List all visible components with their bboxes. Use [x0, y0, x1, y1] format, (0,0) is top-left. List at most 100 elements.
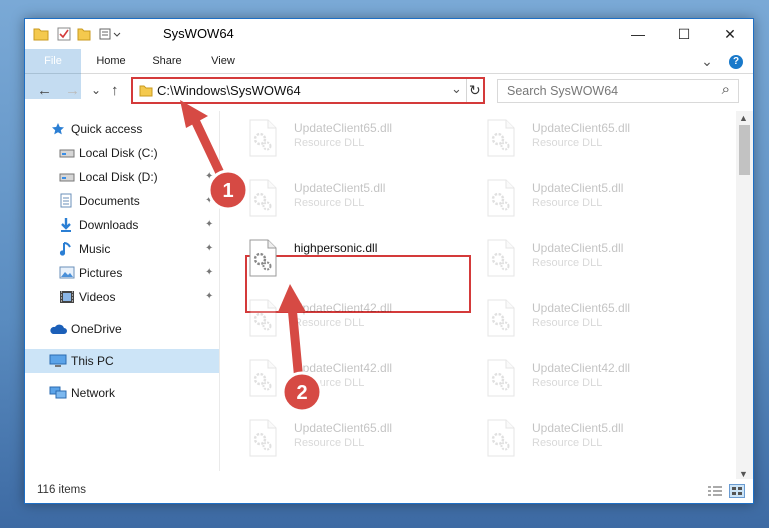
pin-icon[interactable]: ✦: [205, 195, 213, 206]
up-button[interactable]: ↑: [111, 82, 119, 99]
drive-icon: [59, 149, 75, 158]
file-name: UpdateClient5.dll: [294, 181, 386, 195]
file-description: Resource DLL: [294, 437, 365, 449]
file-description: Resource DLL: [532, 377, 603, 389]
help-icon: ?: [729, 55, 743, 69]
file-description: Resource DLL: [294, 317, 365, 329]
pin-icon[interactable]: ✦: [205, 171, 213, 182]
maximize-button[interactable]: ☐: [661, 19, 707, 49]
large-icons-view-icon[interactable]: [729, 484, 745, 498]
properties-icon[interactable]: [57, 27, 71, 41]
recent-locations-button[interactable]: ⌄: [91, 83, 101, 97]
tab-home[interactable]: Home: [87, 49, 135, 73]
search-icon[interactable]: ⌕: [722, 81, 730, 98]
sidebar-item-label: OneDrive: [71, 322, 122, 336]
window-title: SysWOW64: [163, 26, 234, 41]
file-item[interactable]: UpdateClient65.dll Resource DLL: [458, 295, 688, 345]
file-description: Resource DLL: [532, 197, 603, 209]
sidebar-item-quick-access[interactable]: Quick access: [25, 117, 219, 141]
file-description: Resource DLL: [532, 137, 603, 149]
address-path[interactable]: C:\Windows\SysWOW64: [157, 83, 301, 98]
drive-icon: [59, 173, 75, 182]
new-folder-icon[interactable]: [77, 27, 91, 41]
dll-file-icon: [249, 179, 277, 217]
file-item[interactable]: UpdateClient42.dll Resource DLL: [458, 355, 688, 405]
scroll-thumb[interactable]: [739, 125, 750, 175]
documents-icon: [60, 193, 72, 208]
sidebar-item-local-disk-d[interactable]: Local Disk (D:) ✦: [25, 165, 219, 189]
folder-icon[interactable]: [33, 27, 49, 41]
refresh-button[interactable]: ↻: [469, 82, 481, 99]
dll-file-icon: [487, 299, 515, 337]
file-item[interactable]: UpdateClient5.dll Resource DLL: [458, 235, 688, 285]
sidebar-item-documents[interactable]: Documents ✦: [25, 189, 219, 213]
navigation-bar: ← → ⌄ ↑ C:\Windows\SysWOW64 ⌄ ↻ Search S…: [25, 74, 753, 110]
back-button[interactable]: ←: [37, 82, 52, 99]
file-description: Resource DLL: [532, 257, 603, 269]
file-name: UpdateClient42.dll: [532, 361, 631, 375]
file-item[interactable]: UpdateClient5.dll Resource DLL: [458, 175, 688, 225]
file-description: Resource DLL: [294, 197, 365, 209]
file-item[interactable]: UpdateClient42.dll Resource DLL: [220, 295, 450, 345]
vertical-scrollbar[interactable]: ▲ ▼: [736, 111, 753, 481]
sidebar-item-label: Videos: [79, 290, 116, 304]
dll-file-icon: [487, 179, 515, 217]
file-name: UpdateClient42.dll: [294, 301, 393, 315]
sidebar-item-label: Documents: [79, 194, 140, 208]
downloads-icon: [61, 218, 71, 232]
tab-share[interactable]: Share: [143, 49, 191, 73]
ribbon-tabs: File Home Share View ⌄ ?: [25, 49, 753, 99]
file-item[interactable]: UpdateClient5.dll Resource DLL: [458, 415, 688, 465]
file-name: UpdateClient5.dll: [532, 421, 624, 435]
search-input[interactable]: Search SysWOW64: [507, 84, 618, 98]
ribbon-expand-button[interactable]: ⌄: [697, 49, 717, 73]
sidebar-item-label: Network: [71, 386, 116, 400]
sidebar-item-pictures[interactable]: Pictures ✦: [25, 261, 219, 285]
file-description: Resource DLL: [532, 317, 603, 329]
scroll-up-button[interactable]: ▲: [739, 113, 748, 123]
file-list: UpdateClient65.dll Resource DLL UpdateClie…: [220, 111, 736, 471]
forward-button[interactable]: →: [65, 82, 80, 99]
sidebar-item-videos[interactable]: Videos ✦: [25, 285, 219, 309]
sidebar-item-this-pc[interactable]: This PC: [25, 349, 219, 373]
sidebar-item-network[interactable]: Network: [25, 381, 219, 405]
minimize-button[interactable]: —: [615, 19, 661, 49]
file-item[interactable]: UpdateClient65.dll Resource DLL: [220, 115, 450, 165]
scroll-down-button[interactable]: ▼: [739, 469, 748, 479]
details-view-icon[interactable]: [707, 485, 723, 497]
title-bar: SysWOW64 — ☐ ✕: [25, 19, 753, 49]
dll-file-icon: [249, 419, 277, 457]
file-item[interactable]: UpdateClient42.dll Resource DLL: [220, 355, 450, 405]
customize-toolbar-icon[interactable]: [99, 27, 121, 41]
dll-file-icon: [487, 359, 515, 397]
pin-icon[interactable]: ✦: [205, 243, 213, 254]
dll-file-icon: [249, 299, 277, 337]
dll-file-icon: [487, 119, 515, 157]
file-item[interactable]: UpdateClient5.dll Resource DLL: [220, 175, 450, 225]
status-bar: 116 items: [25, 479, 753, 503]
pin-icon[interactable]: ✦: [205, 219, 213, 230]
search-box[interactable]: Search SysWOW64 ⌕: [497, 79, 739, 103]
close-button[interactable]: ✕: [707, 19, 753, 49]
videos-icon: [60, 291, 74, 303]
tab-view[interactable]: View: [201, 49, 245, 73]
pin-icon[interactable]: ✦: [205, 147, 213, 158]
pictures-icon: [59, 266, 75, 279]
file-description: Resource DLL: [294, 137, 365, 149]
help-button[interactable]: ?: [725, 49, 747, 73]
quick-access-toolbar: [33, 25, 121, 43]
address-dropdown-button[interactable]: ⌄: [451, 81, 462, 97]
sidebar-item-onedrive[interactable]: OneDrive: [25, 317, 219, 341]
file-item[interactable]: UpdateClient65.dll Resource DLL: [458, 115, 688, 165]
pin-icon[interactable]: ✦: [205, 267, 213, 278]
dll-file-icon: [249, 239, 277, 277]
file-item[interactable]: UpdateClient65.dll Resource DLL: [220, 415, 450, 465]
sidebar-item-downloads[interactable]: Downloads ✦: [25, 213, 219, 237]
sidebar-item-music[interactable]: Music ✦: [25, 237, 219, 261]
address-bar[interactable]: C:\Windows\SysWOW64 ⌄ ↻: [131, 77, 485, 104]
star-icon: [52, 123, 64, 135]
pin-icon[interactable]: ✦: [205, 291, 213, 302]
file-name: UpdateClient5.dll: [532, 181, 624, 195]
file-item-highlighted[interactable]: highpersonic.dll: [220, 235, 450, 285]
sidebar-item-local-disk-c[interactable]: Local Disk (C:) ✦: [25, 141, 219, 165]
